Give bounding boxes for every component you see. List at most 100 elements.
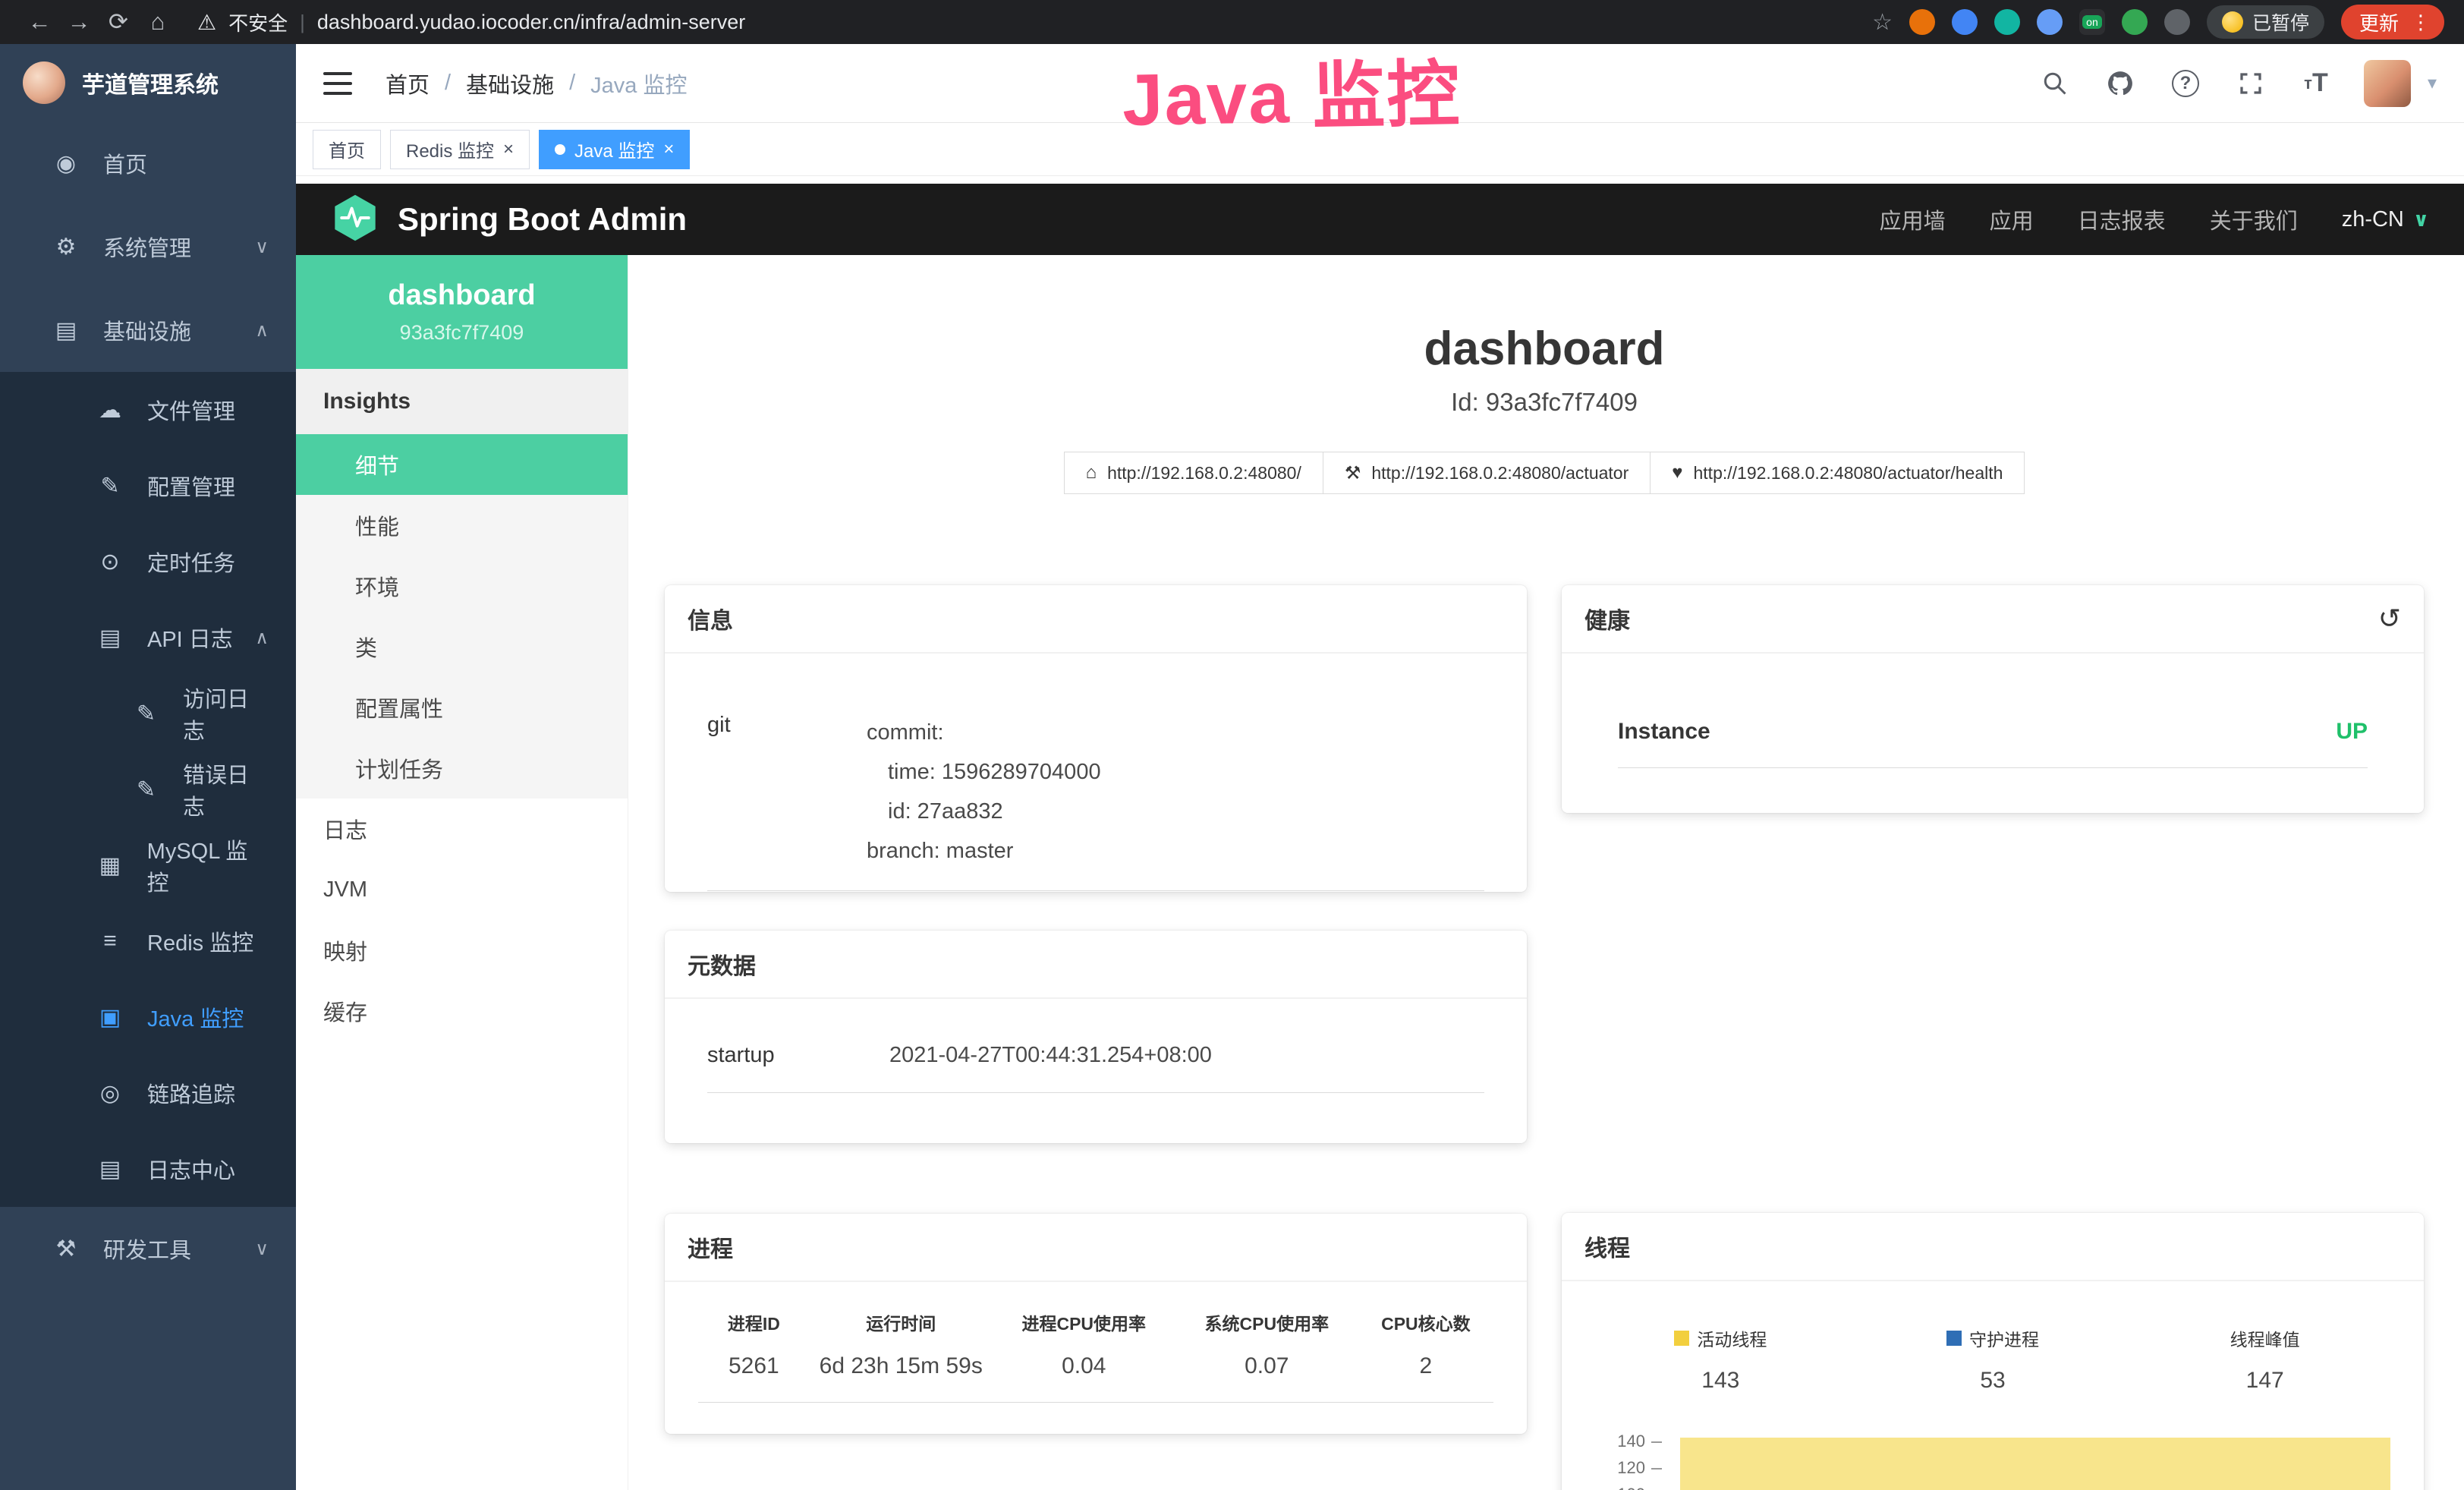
extension-on-icon[interactable]: on <box>2079 9 2105 35</box>
sidebar-item-access-log[interactable]: ✎ 访问日志 <box>0 676 296 751</box>
git-commit-line: commit: <box>867 713 1101 752</box>
bookmark-star-icon[interactable]: ☆ <box>1872 9 1893 36</box>
sidebar-item-devtools[interactable]: ⚒ 研发工具 ∨ <box>0 1207 296 1290</box>
sba-item-jvm[interactable]: JVM <box>296 859 628 920</box>
health-url-link[interactable]: ♥ http://192.168.0.2:48080/actuator/heal… <box>1651 452 2025 494</box>
admin-sidebar: 芋道管理系统 ◉ 首页 ⚙ 系统管理 ∨ ▤ 基础设施 ∧ ☁ 文件管理 ✎ 配… <box>0 44 296 1490</box>
sba-item-logs[interactable]: 日志 <box>296 799 628 859</box>
sba-item-config-props[interactable]: 配置属性 <box>296 677 628 738</box>
col-header: 进程ID <box>698 1309 810 1335</box>
cloud-icon: ☁ <box>94 397 126 424</box>
sidebar-item-log-center[interactable]: ▤ 日志中心 <box>0 1131 296 1207</box>
info-key: git <box>707 713 867 871</box>
git-info-row: git commit: time: 1596289704000 id: 27aa… <box>707 713 1484 891</box>
link-text: http://192.168.0.2:48080/ <box>1107 463 1301 484</box>
reload-icon[interactable]: ⟳ <box>99 8 138 36</box>
legend-daemon-threads: 守护进程 53 <box>1857 1325 2129 1394</box>
sba-item-environment[interactable]: 环境 <box>296 556 628 616</box>
y-axis-tick: 140 <box>1562 1432 1662 1451</box>
health-card: 健康 ↺ Instance UP <box>1562 585 2424 813</box>
forward-icon[interactable]: → <box>59 8 99 36</box>
extension-icon[interactable] <box>2164 9 2190 35</box>
font-size-icon[interactable]: тT <box>2299 66 2333 101</box>
sba-brand: Spring Boot Admin <box>398 201 687 238</box>
legend-swatch-yellow <box>1674 1331 1689 1346</box>
home-icon[interactable]: ⌂ <box>138 8 178 36</box>
page-title: dashboard <box>665 322 2424 376</box>
instance-health-row[interactable]: Instance UP <box>1618 719 2368 768</box>
close-icon[interactable]: × <box>503 140 514 159</box>
sidebar-item-system[interactable]: ⚙ 系统管理 ∨ <box>0 205 296 288</box>
extension-icon[interactable] <box>1909 9 1935 35</box>
breadcrumb-infra[interactable]: 基础设施 <box>466 68 554 99</box>
update-button[interactable]: 更新 ⋮ <box>2341 5 2444 39</box>
sidebar-item-redis[interactable]: ≡ Redis 监控 <box>0 903 296 979</box>
col-value: 6d 23h 15m 59s <box>810 1353 993 1379</box>
history-icon[interactable]: ↺ <box>2378 603 2401 635</box>
app-title: 芋道管理系统 <box>82 66 219 99</box>
sidebar-item-tracing[interactable]: ◎ 链路追踪 <box>0 1055 296 1131</box>
sidebar-item-files[interactable]: ☁ 文件管理 <box>0 372 296 448</box>
cards-grid: 信息 git commit: time: 1596289704000 id: 2… <box>665 585 2424 1490</box>
sidebar-item-infra[interactable]: ▤ 基础设施 ∧ <box>0 288 296 372</box>
startup-row: startup 2021-04-27T00:44:31.254+08:00 <box>707 1043 1484 1093</box>
sba-item-classes[interactable]: 类 <box>296 616 628 677</box>
sidebar-item-error-log[interactable]: ✎ 错误日志 <box>0 751 296 827</box>
extension-icon[interactable] <box>1994 9 2020 35</box>
sba-item-caches[interactable]: 缓存 <box>296 981 628 1041</box>
instance-header: dashboard 93a3fc7f7409 <box>296 255 628 369</box>
help-icon[interactable]: ? <box>2168 66 2203 101</box>
search-icon[interactable] <box>2038 66 2072 101</box>
wrench-icon: ⚒ <box>1345 462 1361 484</box>
on-badge: on <box>2082 15 2102 29</box>
sidebar-fold-icon[interactable] <box>323 72 352 95</box>
health-icon: ♥ <box>1672 462 1682 484</box>
sba-item-scheduled-tasks[interactable]: 计划任务 <box>296 738 628 799</box>
sba-nav-journal[interactable]: 日志报表 <box>2078 203 2166 235</box>
sidebar-item-label: 首页 <box>103 147 147 179</box>
sba-nav-applications[interactable]: 应用 <box>1990 203 2034 235</box>
sba-nav-wallboard[interactable]: 应用墙 <box>1880 203 1946 235</box>
extension-icon[interactable] <box>2037 9 2063 35</box>
sidebar-item-home[interactable]: ◉ 首页 <box>0 121 296 205</box>
sidebar-item-config[interactable]: ✎ 配置管理 <box>0 448 296 524</box>
actuator-url-link[interactable]: ⚒ http://192.168.0.2:48080/actuator <box>1323 452 1651 494</box>
fullscreen-icon[interactable] <box>2233 66 2268 101</box>
locale-selector[interactable]: zh-CN ∨ <box>2342 207 2429 232</box>
browser-menu-icon[interactable]: ⋮ <box>2411 11 2431 34</box>
sba-item-mappings[interactable]: 映射 <box>296 920 628 981</box>
extension-icon[interactable] <box>2122 9 2148 35</box>
chevron-down-icon: ∨ <box>255 1238 269 1260</box>
legend-label: 守护进程 <box>1969 1325 2039 1351</box>
sba-item-metrics[interactable]: 性能 <box>296 495 628 556</box>
tab-label: 首页 <box>329 136 365 162</box>
github-icon[interactable] <box>2103 66 2138 101</box>
cards-left-column: 信息 git commit: time: 1596289704000 id: 2… <box>665 585 1527 1434</box>
tab-home[interactable]: 首页 <box>313 130 381 169</box>
sba-nav-about[interactable]: 关于我们 <box>2210 203 2298 235</box>
back-icon[interactable]: ← <box>20 8 59 36</box>
sidebar-item-mysql[interactable]: ▦ MySQL 监控 <box>0 827 296 903</box>
chevron-up-icon: ∧ <box>255 320 269 342</box>
sidebar-item-jobs[interactable]: ⊙ 定时任务 <box>0 524 296 600</box>
tab-redis-monitor[interactable]: Redis 监控 × <box>390 130 530 169</box>
service-url-link[interactable]: ⌂ http://192.168.0.2:48080/ <box>1064 452 1323 494</box>
main-column: Java 监控 首页 / 基础设施 / Java 监控 ? <box>296 44 2464 1490</box>
sidebar-item-api-log[interactable]: ▤ API 日志 ∧ <box>0 600 296 676</box>
dashboard-icon: ◉ <box>50 150 82 177</box>
close-icon[interactable]: × <box>663 140 674 159</box>
instance-id: 93a3fc7f7409 <box>400 321 524 345</box>
profile-paused-badge[interactable]: 已暂停 <box>2207 5 2324 39</box>
legend-label: 活动线程 <box>1697 1325 1767 1351</box>
sidebar-item-label: 错误日志 <box>183 758 269 821</box>
tab-java-monitor[interactable]: Java 监控 × <box>539 130 690 169</box>
link-text: http://192.168.0.2:48080/actuator/health <box>1694 463 2003 484</box>
breadcrumb-home[interactable]: 首页 <box>385 68 430 99</box>
sidebar-item-java-monitor[interactable]: ▣ Java 监控 <box>0 979 296 1055</box>
address-bar[interactable]: ⚠ 不安全 | dashboard.yudao.iocoder.cn/infra… <box>197 8 1872 36</box>
extension-icon[interactable] <box>1952 9 1978 35</box>
col-value: 2 <box>1358 1353 1493 1379</box>
profile-avatar-icon <box>2222 11 2243 33</box>
sba-item-details[interactable]: 细节 <box>296 434 628 495</box>
user-avatar[interactable] <box>2364 60 2411 107</box>
